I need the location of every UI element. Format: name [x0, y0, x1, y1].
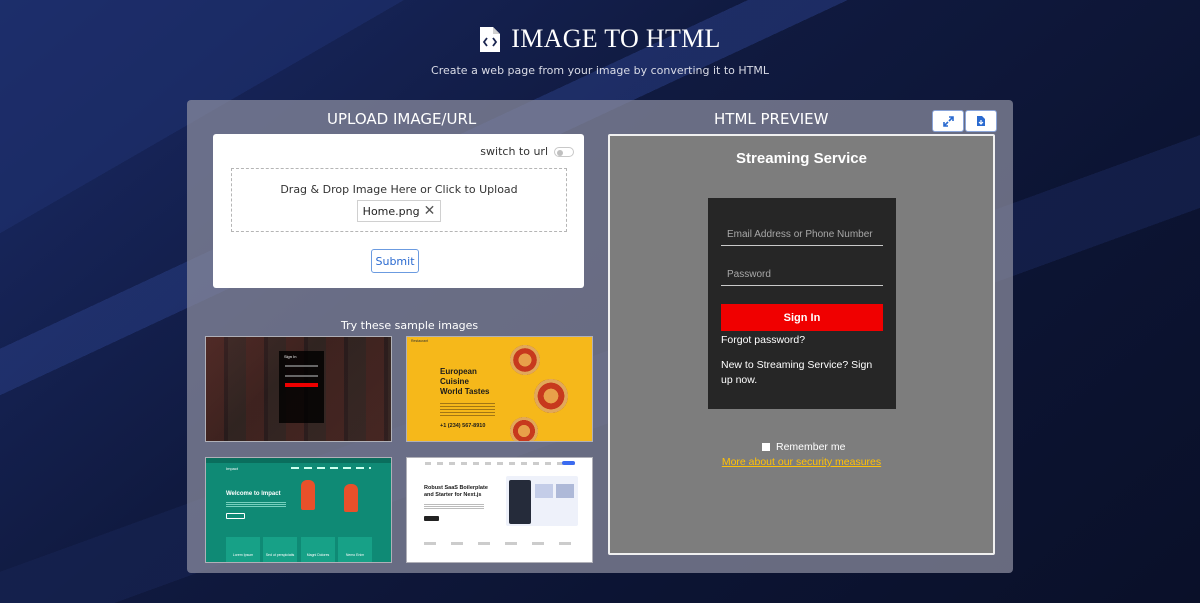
thumb-card: [301, 537, 335, 562]
expand-button[interactable]: [932, 110, 964, 132]
html-preview: Streaming Service Email Address or Phone…: [608, 134, 995, 555]
file-name: Home.png: [362, 204, 420, 218]
upload-dropzone[interactable]: Drag & Drop Image Here or Click to Uploa…: [231, 168, 567, 232]
submit-button[interactable]: Submit: [371, 249, 419, 273]
thumb-login-box: [279, 351, 324, 423]
thumb-card: [263, 537, 297, 562]
thumb-paragraph: [424, 504, 484, 510]
thumb-card-title: Lorem Ipsum: [232, 553, 254, 557]
upload-card: switch to url Drag & Drop Image Here or …: [213, 134, 584, 288]
page-header: IMAGE TO HTML Create a web page from you…: [0, 24, 1200, 77]
url-toggle[interactable]: [554, 146, 574, 157]
sample-european-cuisine[interactable]: Restaurant European Cuisine World Tastes…: [406, 336, 593, 442]
remember-checkbox[interactable]: [762, 443, 770, 451]
sample-streaming-login[interactable]: Sign In: [205, 336, 392, 442]
thumb-brand: Impact: [226, 466, 239, 471]
person-illustration: [344, 484, 358, 512]
thumb-logo: Restaurant: [411, 339, 429, 343]
samples-label: Try these sample images: [341, 319, 479, 332]
thumb-nav-button: [562, 461, 575, 465]
preview-title: Streaming Service: [736, 150, 867, 167]
file-download-icon: [977, 116, 985, 126]
pizza-image: [510, 345, 540, 375]
signup-text: New to Streaming Service? Sign up now.: [721, 359, 873, 386]
preview-login-box: Email Address or Phone Number Password S…: [708, 198, 896, 409]
file-chip: Home.png ✕: [356, 200, 442, 222]
partner-logos: [424, 542, 579, 545]
thumb-paragraph: [440, 403, 495, 417]
title-row: IMAGE TO HTML: [0, 24, 1200, 54]
upload-heading: UPLOAD IMAGE/URL: [327, 110, 477, 128]
sample-impact[interactable]: Impact Welcome to Impact Lorem Ipsum Sed…: [205, 457, 392, 563]
thumb-heading: Welcome to Impact: [226, 491, 281, 497]
thumb-topbar: [206, 458, 391, 463]
file-code-icon: [480, 26, 501, 52]
person-illustration: [301, 480, 315, 510]
thumb-navlinks: [291, 467, 371, 469]
pizza-image: [534, 379, 568, 413]
preview-heading: HTML PREVIEW: [714, 110, 829, 128]
thumb-heading: European Cuisine World Tastes: [440, 367, 490, 396]
page-subtitle: Create a web page from your image by con…: [431, 64, 769, 77]
thumb-card-title: Nemo Enim: [345, 553, 365, 557]
remember-label: Remember me: [776, 441, 846, 453]
remove-file-icon[interactable]: ✕: [424, 204, 436, 218]
dashboard-sidebar: [509, 480, 531, 524]
thumb-subtext: [226, 502, 286, 507]
dropzone-text: Drag & Drop Image Here or Click to Uploa…: [280, 183, 518, 196]
sample-saas[interactable]: Robust SaaS Boilerplate and Starter for …: [406, 457, 593, 563]
page-title: IMAGE TO HTML: [511, 24, 721, 53]
password-field[interactable]: Password: [721, 262, 883, 286]
converter-panel: UPLOAD IMAGE/URL HTML PREVIEW switch to …: [187, 100, 1013, 573]
thumb-phone: +1 (234) 567-8910: [440, 423, 486, 429]
thumb-input-line: [285, 375, 318, 377]
thumb-navlinks: [425, 462, 580, 465]
security-link[interactable]: More about our security measures: [610, 456, 993, 468]
dashboard-card: [535, 484, 553, 498]
thumb-card-title: Sed ut perspiciatis: [265, 553, 295, 557]
thumb-card: [338, 537, 372, 562]
thumb-heading: Robust SaaS Boilerplate and Starter for …: [424, 485, 488, 498]
signin-button[interactable]: Sign In: [721, 304, 883, 331]
dashboard-card: [556, 484, 574, 498]
url-switch-row: switch to url: [480, 145, 574, 158]
switch-label: switch to url: [480, 145, 548, 158]
thumb-input-line: [285, 365, 318, 367]
remember-me-row: Remember me: [762, 441, 845, 453]
thumb-cta-button: [424, 516, 439, 521]
thumb-signin-text: Sign In: [284, 354, 297, 359]
expand-icon: [942, 115, 954, 127]
pizza-image: [510, 417, 538, 441]
download-button[interactable]: [965, 110, 997, 132]
thumb-card-title: Magni Dolores: [306, 553, 330, 557]
email-field[interactable]: Email Address or Phone Number: [721, 222, 883, 246]
forgot-password-text: Forgot password?: [721, 334, 806, 346]
thumb-button: [226, 513, 245, 519]
thumb-card: [226, 537, 260, 562]
thumb-signin-button: [285, 383, 318, 387]
